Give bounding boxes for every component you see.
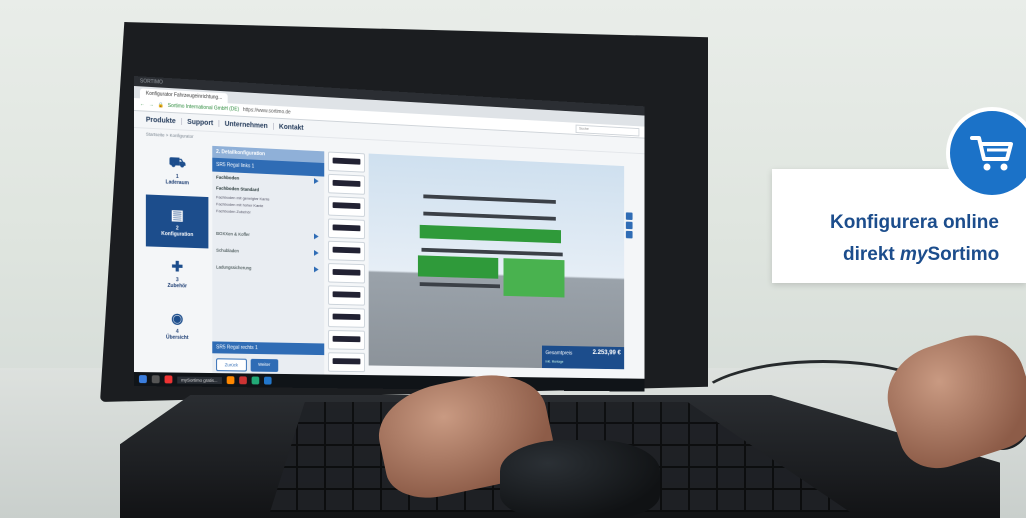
panel-item-label: Fachboden Standard [216,185,260,193]
panel-buttons: Zurück Weiter [216,358,278,372]
product-thumbnail[interactable] [327,218,366,240]
product-thumbnail[interactable] [327,352,366,373]
3d-rack-preview[interactable]: Gesamtpreis 2.253,99 € inkl. Montage [368,153,633,370]
cart-icon [970,136,1013,171]
step-label: Konfiguration [161,230,194,239]
rack-shelf [419,282,500,289]
product-thumbnail[interactable] [327,307,366,328]
rack-shelf [423,211,556,221]
app-icon[interactable] [263,376,272,385]
panel-item-label: Schubladen [216,247,239,254]
back-icon[interactable]: ← [140,101,145,107]
panel-item-ladungssicherung[interactable]: Ladungssicherung [212,261,324,275]
step-konfiguration[interactable]: ▤ 2 Konfiguration [145,194,209,249]
van-icon: ⛟ [168,153,186,170]
total-price-box: Gesamtpreis 2.253,99 € inkl. Montage [541,345,625,370]
expand-arrow-icon [313,233,319,240]
rack-drawer-green [503,258,565,298]
step-label: Zubehör [167,282,188,290]
accessory-plus-icon: ✚ [171,257,183,274]
forward-icon[interactable]: → [149,102,154,108]
search-icon[interactable] [151,375,160,384]
expand-arrow-icon [313,249,319,256]
zoom-icon[interactable] [625,221,633,230]
nav-item-support[interactable]: Support [187,118,213,126]
step-label: Laderaum [165,179,189,187]
config-panel: 2. Detailkonfiguration SR5 Regal links 1… [212,145,325,377]
expand-arrow-icon [313,266,319,273]
price-sub: inkl. Montage [545,359,564,364]
view-toolbar [625,212,633,240]
panel-item-label: BOXXen & Koffer [216,230,250,238]
url-text[interactable]: https://www.sortimo.de [243,107,291,116]
product-thumbnail[interactable] [327,240,366,262]
callout-line-1: Konfigurera online [830,212,999,233]
step-laderaum[interactable]: ⛟ 1 Laderaum [146,143,209,197]
configurator-app: ⛟ 1 Laderaum ▤ 2 Konfiguration ✚ 3 Zubeh… [145,143,634,381]
next-rack[interactable]: SR5 Regal rechts 1 [212,341,325,356]
price-label: Gesamtpreis [545,350,573,357]
nav-item-kontakt[interactable]: Kontakt [279,123,304,131]
app-icon[interactable] [251,376,259,385]
panel-item-label: Ladungssicherung [216,264,252,271]
eye-icon: ◉ [171,309,184,326]
callout-prefix: direkt [843,244,901,265]
rack-shelf [423,194,556,204]
panel-item-label: Fachboden [216,174,240,181]
step-zubehoer[interactable]: ✚ 3 Zubehör [146,246,209,299]
app-icon[interactable] [238,376,247,385]
taskbar-active-app[interactable]: mySortimo gratis... [177,376,222,384]
product-thumbnails [327,151,366,377]
shelf-icon: ▤ [170,205,184,223]
nav-separator: | [218,119,220,127]
rack-shelf-green [419,224,561,244]
firefox-icon[interactable] [226,376,234,385]
callout-brand: Sortimo [927,244,1000,265]
secure-label: Sortimo International GmbH (DE) [167,102,240,113]
product-thumbnail[interactable] [327,151,366,173]
product-thumbnail[interactable] [327,263,366,284]
rack-drawer-green [417,255,499,279]
rotate-icon[interactable] [625,212,633,220]
expand-arrow-icon [313,178,319,185]
next-button[interactable]: Weiter [250,358,278,372]
product-thumbnail[interactable] [327,196,366,217]
step-nav: ⛟ 1 Laderaum ▤ 2 Konfiguration ✚ 3 Zubeh… [145,143,209,375]
search-input[interactable]: Suche [575,124,640,136]
callout-line-2: direkt mySortimo [843,244,999,266]
app-icon[interactable] [164,375,173,384]
nav-item-unternehmen[interactable]: Unternehmen [225,120,268,129]
step-uebersicht[interactable]: ◉ 4 Übersicht [146,298,209,351]
reset-view-icon[interactable] [625,230,633,239]
product-thumbnail[interactable] [327,173,366,195]
product-thumbnail[interactable] [327,329,366,350]
rack-shelf [421,247,563,257]
nav-separator: | [272,122,275,130]
product-thumbnail[interactable] [327,285,366,306]
nav-item-produkte[interactable]: Produkte [146,116,176,125]
price-value: 2.253,99 € [592,349,621,357]
windows-start-icon[interactable] [138,375,147,384]
step-label: Übersicht [165,334,189,341]
nav-separator: | [180,117,183,126]
panel-item-boxxen[interactable]: BOXXen & Koffer [212,228,324,243]
laptop-screen: SORTIMO Konfigurator Fahrzeugeinrichtung… [134,76,645,392]
panel-item-schubladen[interactable]: Schubladen [212,245,324,259]
callout-my: my [900,244,928,265]
back-button[interactable]: Zurück [216,358,247,372]
lock-icon: 🔒 [157,102,164,109]
sleeve [500,440,660,518]
